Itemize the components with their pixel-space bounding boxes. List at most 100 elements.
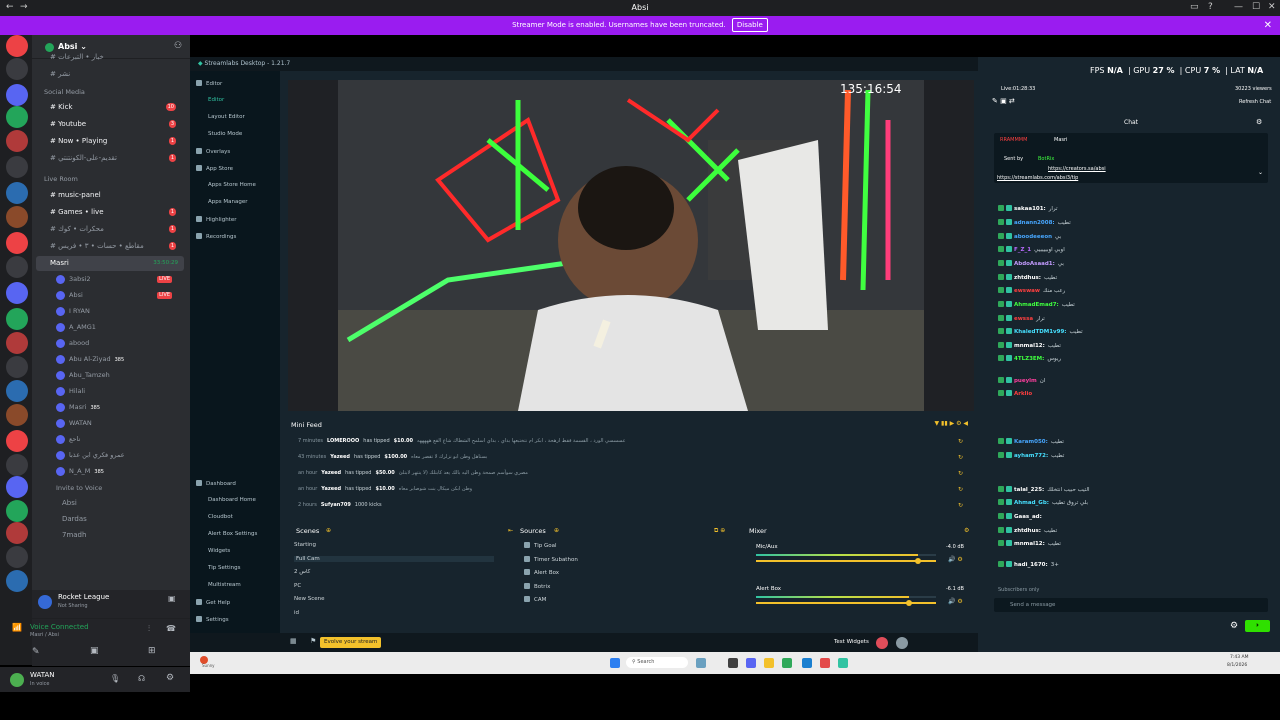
stream-icon[interactable]: ▣ [168,594,176,603]
source-item[interactable]: Tip Goal [524,542,556,549]
channel-item[interactable]: # خبار • التبرعات [36,50,184,65]
channel-item[interactable]: # تقديم-على-الكونتنتي 1 [36,151,184,166]
nav-item[interactable]: Overlays [196,148,230,155]
pinned-message[interactable]: RRAMMMM Masri Sent by BotRix https://cre… [994,133,1268,183]
chat-username[interactable]: Gaas_ad: [1014,514,1042,520]
source-item[interactable]: Alert Box [524,569,559,576]
chat-message[interactable]: zhtdhus: تطيب [998,527,1057,534]
activities-icon[interactable]: ⊞ [148,646,156,656]
voice-user[interactable]: Hilali [56,384,180,399]
server-icon[interactable] [6,182,28,204]
voice-channel[interactable]: Absi [36,496,184,511]
chat-username[interactable]: sakaa101: [1014,206,1046,212]
replay-icon[interactable]: ↻ [958,438,963,445]
test-alert-icon[interactable] [876,637,888,649]
chevron-down-icon[interactable]: ⌄ [1258,169,1263,176]
voice-channel[interactable]: Masri 33:50:29 [36,256,184,271]
nav-item[interactable]: Editor [196,80,222,87]
chat-message[interactable]: talal_225: التيب حبيب انتخلك [998,486,1090,493]
chat-message[interactable]: Arklio [998,390,1035,397]
nav-item[interactable]: Tip Settings [208,565,241,571]
server-icon[interactable] [6,404,28,426]
voice-user[interactable]: WATAN [56,416,180,431]
server-icon[interactable] [6,84,28,106]
nav-item[interactable]: Recordings [196,233,236,240]
server-icon[interactable] [6,106,28,128]
test-record-icon[interactable] [896,637,908,649]
nav-item[interactable]: Alert Box Settings [208,531,257,537]
chat-message[interactable]: aboodeeeon بي [998,233,1061,240]
chat-message[interactable]: Karam050: تطيب [998,438,1064,445]
speaker-icon[interactable]: 🔊 ⚙ [948,556,963,563]
voice-status[interactable]: Voice Connected [30,623,89,631]
chat-username[interactable]: zhtdhus: [1014,275,1041,281]
chat-send-button[interactable]: ⏵ [1245,620,1270,632]
chat-username[interactable]: AhmadEmad7: [1014,302,1059,308]
store-icon[interactable] [802,658,812,668]
server-icon[interactable] [6,308,28,330]
chat-message[interactable]: adnann2008: تطيب [998,219,1071,226]
chat-username[interactable]: KhaledTDM1v99: [1014,329,1067,335]
headset-icon[interactable]: ☊ [138,674,145,683]
voice-user[interactable]: 3absi2 LIVE [56,272,180,287]
voice-user[interactable]: Masri 385 [56,400,180,415]
server-icon[interactable] [6,232,28,254]
chat-message[interactable]: KhaledTDM1v99: تطيب [998,328,1083,335]
noise-suppression-icon[interactable]: ⫶ [148,624,150,634]
chat-username[interactable]: hadi_1670: [1014,562,1048,568]
server-icon[interactable] [6,380,28,402]
chat-username[interactable]: Arklio [1014,391,1032,397]
streamlabs-taskbar-icon[interactable] [838,658,848,668]
chat-gear-icon[interactable]: ⚙ [1230,621,1238,631]
taskview-icon[interactable] [696,658,706,668]
chat-username[interactable]: F_Z_1 [1014,247,1031,253]
speaker-icon[interactable]: 🔊 ⚙ [948,598,963,605]
channel-item[interactable]: # Now • Playing 1 [36,134,184,149]
nav-item[interactable]: Editor [208,97,224,103]
nav-item[interactable]: Layout Editor [208,114,245,120]
replay-icon[interactable]: ↻ [958,454,963,461]
server-icon[interactable] [6,522,28,544]
source-item[interactable]: Botrix [524,582,550,590]
scene-item[interactable]: id [294,610,299,616]
mic-icon[interactable]: 🎙 [110,674,120,683]
channel-item[interactable]: # Games • live 1 [36,205,184,220]
channel-category[interactable]: Social Media [36,85,184,100]
chat-message[interactable]: AhmadEmad7: تطيب [998,301,1075,308]
maximize-icon[interactable]: ☐ [1252,2,1260,12]
nav-item[interactable]: Cloudbot [208,514,233,520]
chat-username[interactable]: pueylm [1014,378,1037,384]
close-icon[interactable]: ✕ [1264,16,1272,35]
disconnect-icon[interactable]: ☎ [166,624,176,633]
chat-message[interactable]: ewssa ترار [998,315,1045,322]
channel-item[interactable]: # نشر [36,67,184,82]
channel-item[interactable]: # مقاطع • حسات • ٣ • فريس 1 [36,239,184,254]
volume-slider[interactable] [756,600,936,606]
channel-category[interactable]: Live Room [36,172,184,187]
voice-channel[interactable]: Dardas [36,512,184,527]
chat-username[interactable]: ewswaw [1014,288,1040,294]
channel-item[interactable]: # music-panel [36,188,184,203]
nav-item[interactable]: Widgets [208,548,230,554]
app-icon[interactable] [820,658,830,668]
voice-user[interactable]: ناحع [56,432,180,447]
replay-icon[interactable]: ↻ [958,502,963,509]
terminal-icon[interactable] [728,658,738,668]
chat-input[interactable]: Send a message [994,598,1268,612]
server-icon[interactable] [6,546,28,568]
server-icon[interactable] [6,356,28,378]
sources-layout-icon[interactable]: ⇤ [508,527,513,534]
chat-message[interactable]: sakaa101: ترار [998,205,1058,212]
voice-user[interactable]: عمرو فكري ابن عذبا [56,448,180,463]
chat-username[interactable]: mnmal12: [1014,541,1045,547]
start-icon[interactable] [610,658,620,668]
replay-icon[interactable]: ↻ [958,470,963,477]
nav-item[interactable]: App Store [196,165,233,172]
nav-item[interactable]: Multistream [208,582,241,588]
forward-icon[interactable]: → [20,2,28,12]
voice-channel[interactable]: Masri / Absi [30,632,59,638]
server-icon[interactable] [6,430,28,452]
test-widgets-label[interactable]: Test Widgets [834,639,869,645]
edge-icon[interactable] [782,658,792,668]
edit-icon[interactable]: ✎ ▣ ⇄ [992,97,1015,105]
